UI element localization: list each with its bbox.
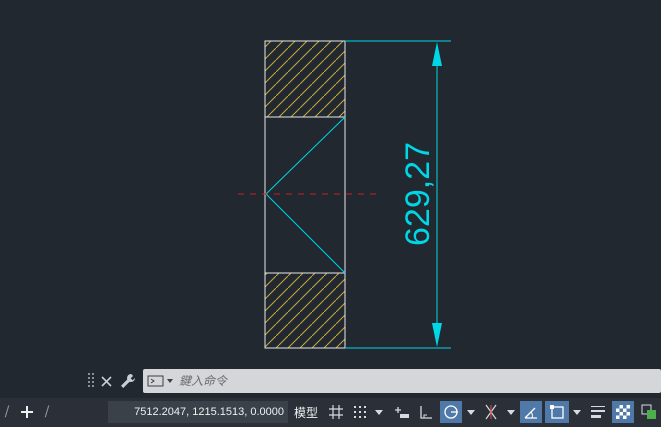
- drawing-canvas[interactable]: 629,27: [0, 0, 661, 366]
- command-line: [87, 369, 661, 393]
- drag-grip-icon[interactable]: [87, 372, 95, 390]
- close-icon[interactable]: [99, 372, 113, 390]
- command-prompt-icon[interactable]: [147, 372, 175, 390]
- cone-line-lower[interactable]: [265, 193, 346, 274]
- add-layout-icon[interactable]: [16, 401, 38, 423]
- transparency-icon[interactable]: [612, 401, 634, 423]
- snap-icon[interactable]: [350, 401, 370, 423]
- dimension-arrow-top: [432, 42, 442, 66]
- dimension-text[interactable]: 629,27: [399, 142, 437, 246]
- grid-icon[interactable]: [326, 401, 346, 423]
- hatch-section-top[interactable]: [264, 40, 346, 118]
- object-snap-tracking-icon[interactable]: [520, 401, 542, 423]
- polar-tracking-icon[interactable]: [440, 401, 462, 423]
- model-space-button[interactable]: 模型: [291, 401, 321, 423]
- selection-cycling-icon[interactable]: [638, 401, 660, 423]
- object-snap-icon[interactable]: [545, 401, 569, 423]
- polar-dropdown-icon[interactable]: [466, 401, 476, 423]
- middle-section[interactable]: [264, 116, 346, 274]
- command-input-container: [143, 369, 661, 393]
- infer-constraints-icon[interactable]: [392, 401, 412, 423]
- dimension-arrow-bottom: [432, 323, 442, 347]
- status-bar: / / 7512.2047, 1215.1513, 0.0000 模型: [0, 398, 661, 427]
- coordinate-readout[interactable]: 7512.2047, 1215.1513, 0.0000: [108, 401, 288, 423]
- lineweight-icon[interactable]: [588, 401, 608, 423]
- cone-line-upper[interactable]: [265, 116, 346, 195]
- slash-divider: /: [44, 404, 50, 420]
- isodraft-dropdown-icon[interactable]: [506, 401, 516, 423]
- wrench-icon[interactable]: [119, 372, 137, 390]
- snap-dropdown-icon[interactable]: [374, 401, 384, 423]
- hatch-section-bottom[interactable]: [264, 272, 346, 349]
- object-snap-dropdown-icon[interactable]: [572, 401, 582, 423]
- command-input[interactable]: [179, 369, 649, 393]
- slash-divider: /: [4, 404, 10, 420]
- ortho-icon[interactable]: [416, 401, 436, 423]
- isodraft-icon[interactable]: [480, 401, 502, 423]
